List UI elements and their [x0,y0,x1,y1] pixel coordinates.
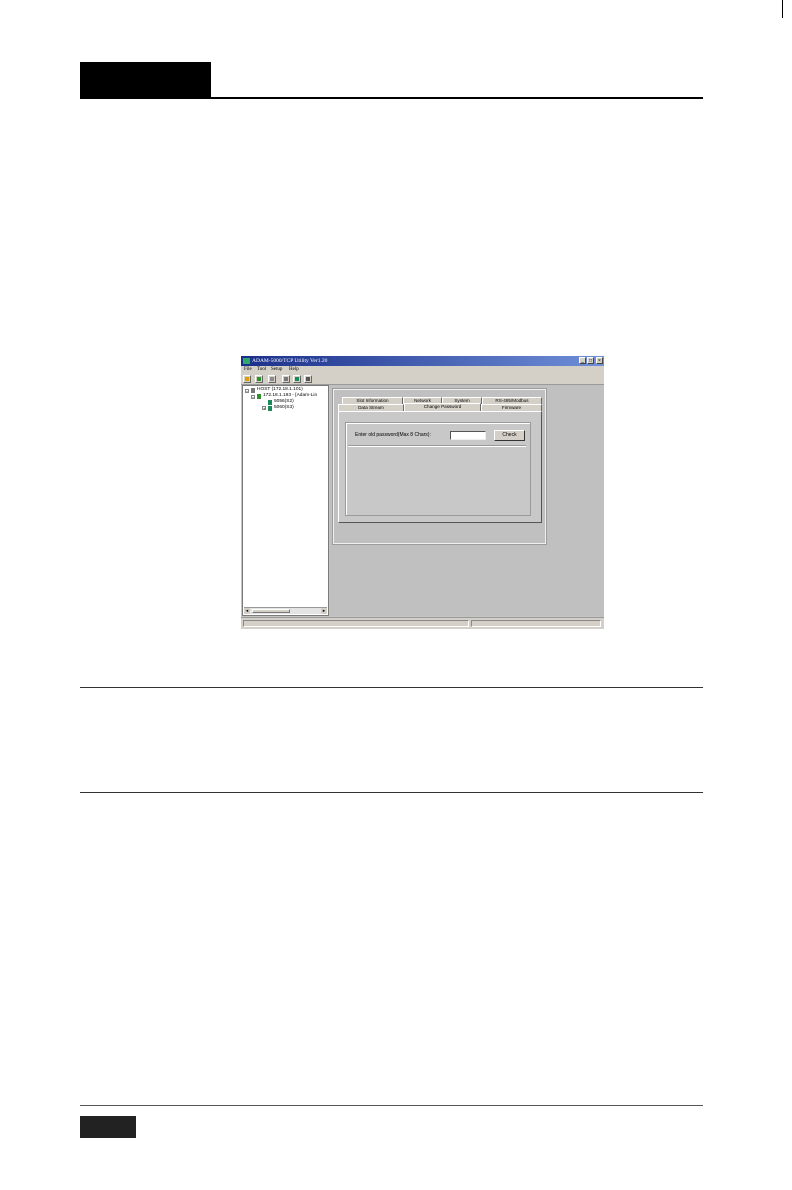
utility-window: ADAM-5000/TCP Utility Ver1.20 _ □ × File… [241,356,604,629]
device-icon [257,394,261,399]
status-panel [471,620,601,627]
section-rule [80,792,703,793]
footer-rule [80,1105,703,1106]
settings-pane: Slot Information Network System RS-485/M… [330,385,604,616]
tab-data-stream[interactable]: Data Stream [338,404,404,411]
expand-icon[interactable]: + [262,406,266,411]
window-title: ADAM-5000/TCP Utility Ver1.20 [252,358,328,364]
status-panel [243,620,469,627]
list-icon[interactable] [304,375,312,383]
page-number-block [80,1116,136,1138]
device-tree[interactable]: − HOST (172.18.1.101) − 172.18.1.193 - [… [242,385,329,616]
old-password-label: Enter old password(Max 8 Chars): [355,432,431,438]
title-bar: ADAM-5000/TCP Utility Ver1.20 _ □ × [241,356,604,366]
settings-frame: Slot Information Network System RS-485/M… [332,388,547,545]
section-rule [80,687,703,688]
tree-scrollbar[interactable]: ◄ ► [244,607,327,614]
module-icon [268,406,272,411]
check-button[interactable]: Check [494,430,525,441]
change-password-page: Enter old password(Max 8 Chars): Check [338,411,542,523]
scroll-left-icon[interactable]: ◄ [244,608,250,614]
connect-icon[interactable] [282,375,290,383]
old-password-input[interactable] [450,431,486,440]
menu-setup[interactable]: Setup [271,367,282,373]
maximize-button[interactable]: □ [587,357,594,364]
search-icon[interactable] [255,375,263,383]
collapse-icon[interactable]: − [245,389,249,394]
header-rule [80,97,703,99]
tab-rs485-modbus[interactable]: RS-485/Modbus [482,397,542,404]
cut-line [782,0,783,18]
module-icon [268,400,272,405]
menu-help[interactable]: Help [289,367,299,373]
menu-file[interactable]: File [244,367,252,373]
app-icon [243,358,250,364]
menu-tool[interactable]: Tool [257,367,266,373]
toolbar [241,374,604,385]
scroll-right-icon[interactable]: ► [321,608,327,614]
password-group: Enter old password(Max 8 Chars): Check [345,422,531,516]
minimize-button[interactable]: _ [579,357,586,364]
find-icon[interactable] [268,375,276,383]
menu-bar: File Tool Setup Help [241,366,604,374]
network-icon[interactable] [293,375,301,383]
tree-item-module[interactable]: 5060(S3) [274,405,294,411]
group-divider [348,445,526,447]
tab-change-password[interactable]: Change Password [404,403,481,411]
close-button[interactable]: × [596,357,603,364]
collapse-icon[interactable]: − [251,395,255,400]
tab-firmware[interactable]: Firmware [481,404,542,411]
exit-icon[interactable] [243,375,251,383]
status-bar [241,617,604,629]
scroll-thumb[interactable] [252,609,290,613]
chapter-header-block [80,62,211,98]
tab-slot-information[interactable]: Slot Information [342,397,403,404]
host-icon [251,388,255,393]
